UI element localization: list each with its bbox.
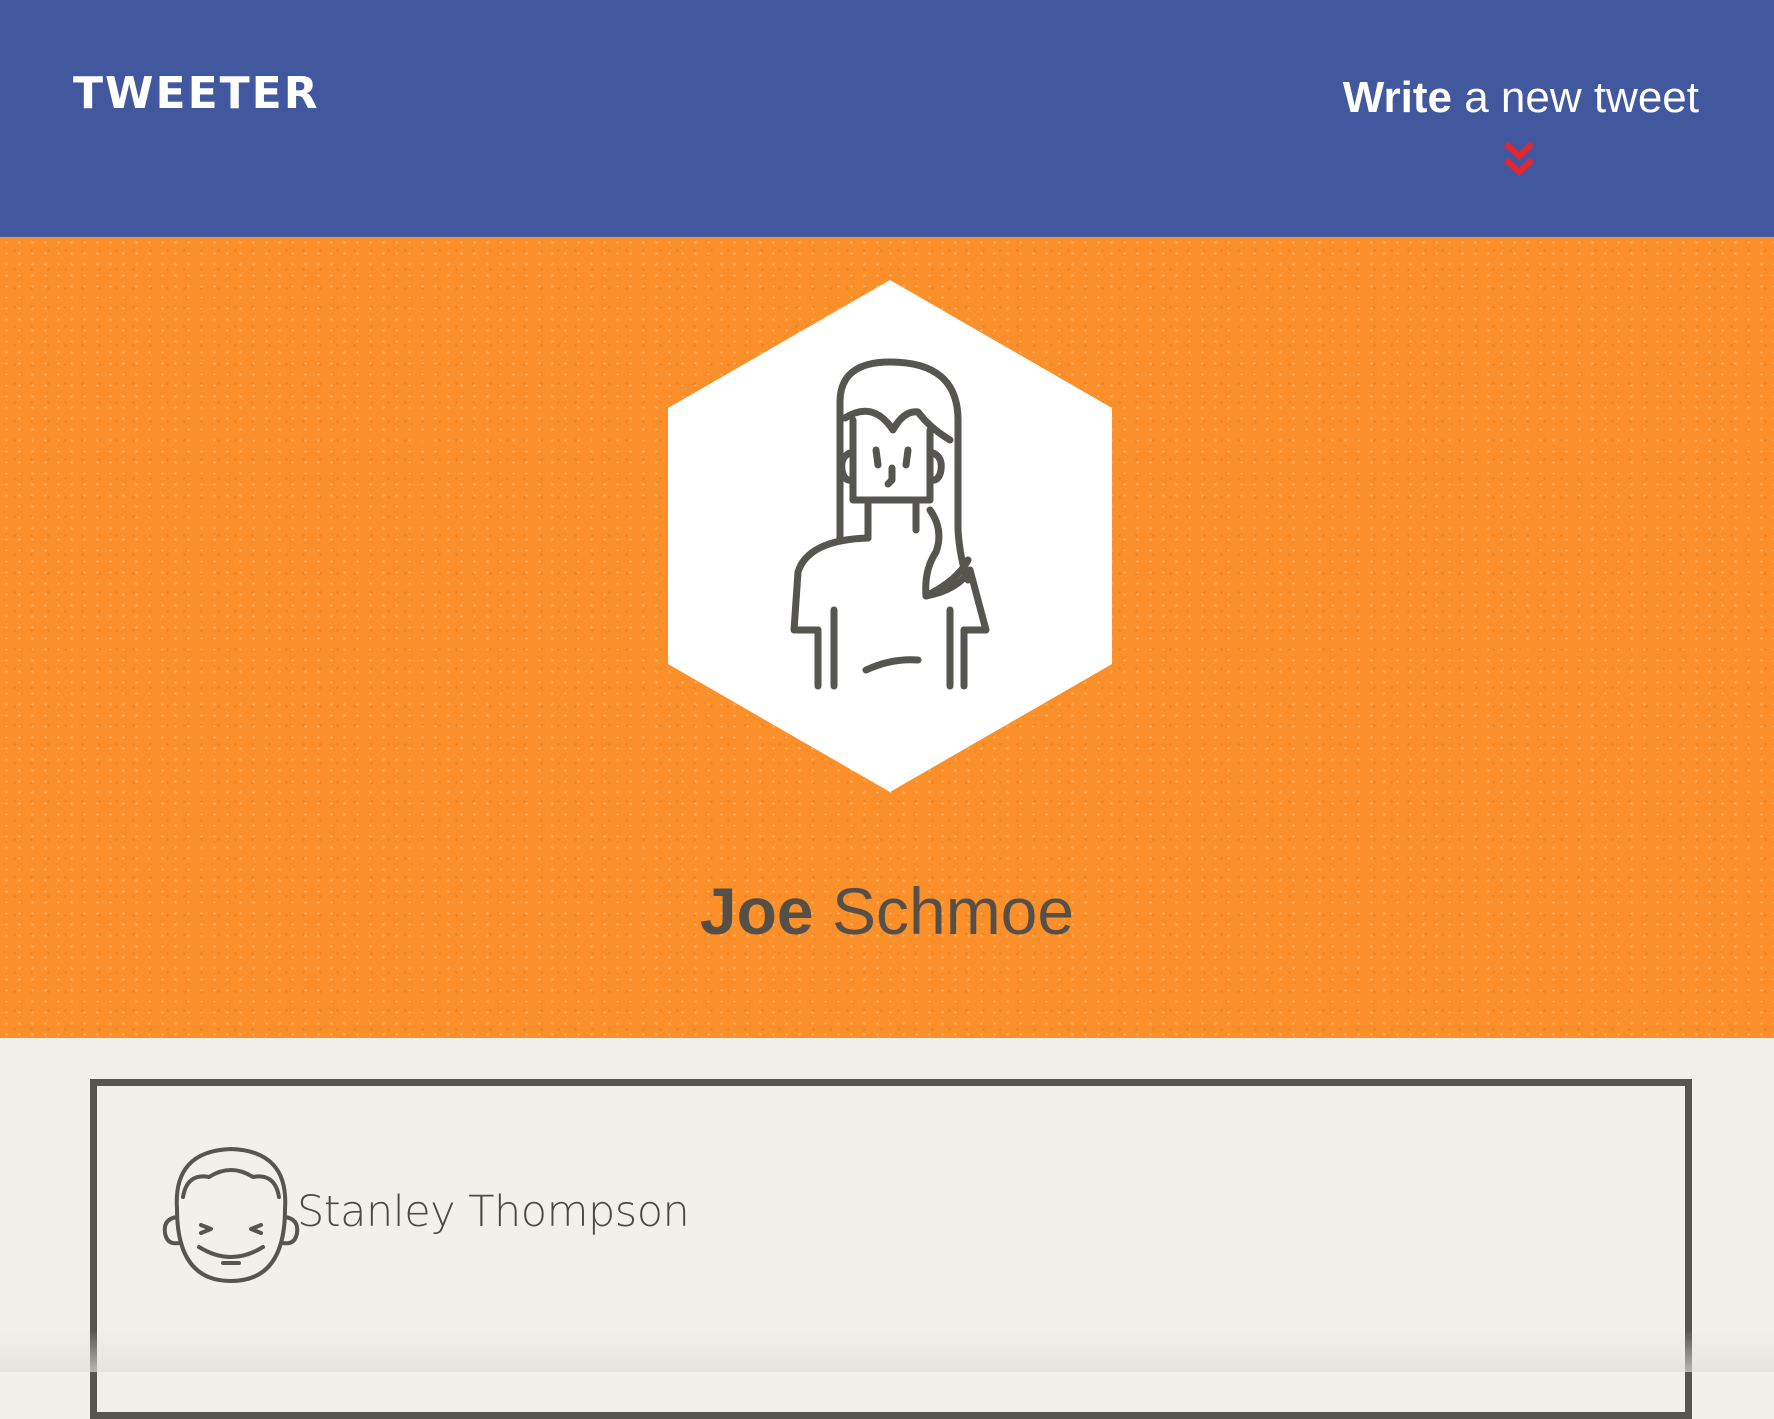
avatar-hexagon xyxy=(668,280,1112,792)
top-navbar: TWEETER Write a new tweet xyxy=(0,0,1774,237)
woman-avatar-icon xyxy=(668,280,1112,792)
write-link-rest: a new tweet xyxy=(1451,73,1699,122)
site-logo[interactable]: TWEETER xyxy=(73,72,320,116)
man-avatar-icon xyxy=(162,1147,300,1283)
write-new-tweet-link[interactable]: Write a new tweet xyxy=(1343,76,1699,120)
profile-name: Joe Schmoe xyxy=(0,878,1774,944)
tweet-card[interactable]: Stanley Thompson xyxy=(90,1079,1692,1419)
tweet-author-name[interactable]: Stanley Thompson xyxy=(297,1191,690,1234)
write-link-bold-word: Write xyxy=(1342,73,1452,122)
profile-last-name: Schmoe xyxy=(813,874,1075,948)
double-chevron-down-icon[interactable] xyxy=(1502,140,1536,182)
profile-first-name: Joe xyxy=(699,874,814,948)
